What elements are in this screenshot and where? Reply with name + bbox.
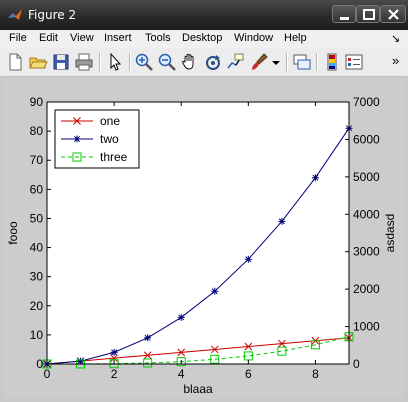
pan-hand-icon[interactable] <box>180 52 200 72</box>
menu-tools[interactable]: Tools <box>145 32 171 44</box>
open-file-icon[interactable] <box>28 52 48 72</box>
data-point-two <box>144 334 152 342</box>
window-title: Figure 2 <box>28 8 77 22</box>
y-tick-label-right: 6000 <box>353 132 380 146</box>
data-point-two <box>244 255 252 263</box>
x-tick-label: 6 <box>245 367 252 381</box>
y-tick-label-right: 3000 <box>353 245 380 259</box>
maximize-button[interactable] <box>356 5 380 23</box>
brush-icon[interactable] <box>249 52 269 72</box>
data-point-two <box>110 348 118 356</box>
save-icon[interactable] <box>51 52 71 72</box>
y-tick-label-left: 80 <box>30 124 44 138</box>
title-bar[interactable]: Figure 2 <box>0 0 408 30</box>
rotate-3d-icon[interactable] <box>203 52 223 72</box>
data-point-two <box>311 174 319 182</box>
menu-bar: File Edit View Insert Tools Desktop Wind… <box>0 30 408 49</box>
figure-window: Figure 2 File Edit View Insert Tools Des… <box>0 0 408 402</box>
x-tick-label: 8 <box>312 367 319 381</box>
close-button[interactable] <box>380 5 406 23</box>
plot-svg: 0 2 4 6 801020304050607080900100020003000400… <box>6 95 397 396</box>
matlab-icon <box>8 9 22 20</box>
x-tick-label: 0 <box>44 367 51 381</box>
y-tick-label-right: 1000 <box>353 320 380 334</box>
menu-file[interactable]: File <box>9 32 27 44</box>
figure-canvas: 0 2 4 6 8 0 10 20 30 40 50 60 70 80 90 0 1000 2000 3000 400… <box>3 77 405 398</box>
legend-marker <box>73 135 81 143</box>
legend-label: three <box>100 150 128 164</box>
y-tick-label-left: 60 <box>30 182 44 196</box>
y-tick-label-left: 90 <box>30 95 44 109</box>
y-axis-label-left: fooo <box>6 221 20 245</box>
x-axis-label: blaaa <box>183 382 213 396</box>
y-tick-label-right: 7000 <box>353 95 380 109</box>
minimize-icon <box>340 17 349 20</box>
y-tick-label-left: 40 <box>30 241 44 255</box>
y-tick-label-left: 0 <box>36 357 43 371</box>
menu-desktop[interactable]: Desktop <box>182 32 222 44</box>
x-tick-label: 4 <box>178 367 185 381</box>
legend-icon[interactable] <box>344 52 364 72</box>
menu-insert[interactable]: Insert <box>104 32 132 44</box>
menu-view[interactable]: View <box>70 32 94 44</box>
minimize-button[interactable] <box>332 5 356 23</box>
y-tick-label-right: 0 <box>353 357 360 371</box>
y-tick-label-right: 5000 <box>353 170 380 184</box>
close-icon <box>388 9 399 20</box>
y-tick-label-left: 30 <box>30 270 44 284</box>
colorbar-icon[interactable] <box>322 52 342 72</box>
legend-label: one <box>100 114 120 128</box>
y-axis-label-right: asdasd <box>383 214 397 253</box>
data-point-two <box>278 217 286 225</box>
print-icon[interactable] <box>74 52 94 72</box>
edit-plot-arrow-icon[interactable] <box>105 52 125 72</box>
y-tick-label-right: 2000 <box>353 282 380 296</box>
link-plot-icon[interactable] <box>292 52 312 72</box>
menu-edit[interactable]: Edit <box>39 32 58 44</box>
toolbar-overflow-icon[interactable]: » <box>392 53 399 68</box>
maximize-icon <box>363 9 375 20</box>
menu-help[interactable]: Help <box>284 32 307 44</box>
dock-arrow-icon[interactable]: ↘ <box>391 32 400 45</box>
toolbar-separator <box>129 53 131 71</box>
y-tick-label-left: 10 <box>30 328 44 342</box>
data-point-two <box>211 287 219 295</box>
zoom-out-icon[interactable] <box>157 52 177 72</box>
menu-window[interactable]: Window <box>234 32 273 44</box>
zoom-in-icon[interactable] <box>134 52 154 72</box>
data-cursor-icon[interactable] <box>226 52 246 72</box>
x-tick-label: 2 <box>111 367 118 381</box>
legend[interactable]: one two three <box>54 109 140 169</box>
y-tick-label-right: 4000 <box>353 207 380 221</box>
toolbar-separator <box>99 53 101 71</box>
toolbar-separator <box>316 53 318 71</box>
data-point-two <box>177 313 185 321</box>
legend-label: two <box>100 132 119 146</box>
y-tick-label-left: 50 <box>30 211 44 225</box>
y-tick-label-left: 20 <box>30 299 44 313</box>
brush-dropdown-icon[interactable] <box>270 52 282 72</box>
y-tick-label-left: 70 <box>30 153 44 167</box>
new-figure-icon[interactable] <box>5 52 25 72</box>
toolbar: » <box>0 48 408 77</box>
toolbar-separator <box>286 53 288 71</box>
